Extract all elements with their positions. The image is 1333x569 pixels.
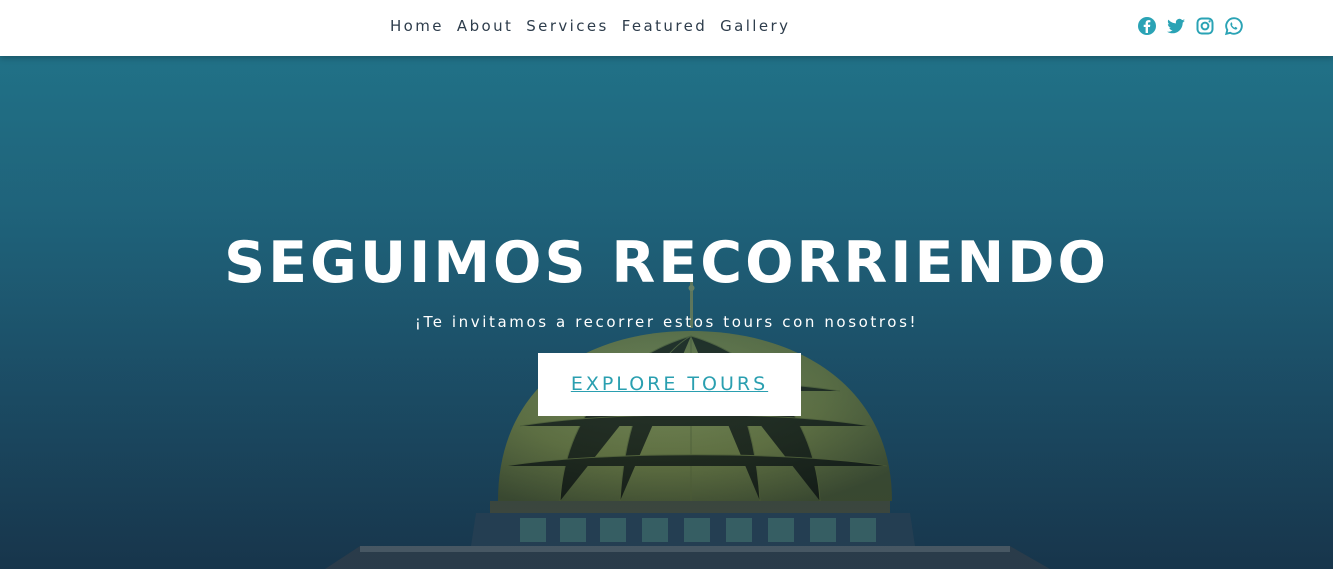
nav-link-gallery[interactable]: Gallery	[720, 17, 790, 35]
instagram-icon[interactable]	[1195, 16, 1215, 36]
hero-title: SEGUIMOS RECORRIENDO	[224, 230, 1109, 296]
social-links	[1137, 16, 1244, 36]
hero-subtitle: ¡Te invitamos a recorrer estos tours con…	[414, 313, 919, 331]
top-navbar: Home About Services Featured Gallery	[0, 0, 1333, 56]
nav-link-about[interactable]: About	[457, 17, 513, 35]
facebook-icon[interactable]	[1137, 16, 1157, 36]
whatsapp-icon[interactable]	[1224, 16, 1244, 36]
explore-tours-button[interactable]: EXPLORE TOURS	[538, 353, 801, 416]
hero-section: SEGUIMOS RECORRIENDO ¡Te invitamos a rec…	[0, 56, 1333, 569]
twitter-icon[interactable]	[1166, 16, 1186, 36]
nav-link-home[interactable]: Home	[390, 17, 444, 35]
nav-link-services[interactable]: Services	[526, 17, 608, 35]
nav-link-featured[interactable]: Featured	[622, 17, 707, 35]
main-nav: Home About Services Featured Gallery	[390, 17, 790, 35]
